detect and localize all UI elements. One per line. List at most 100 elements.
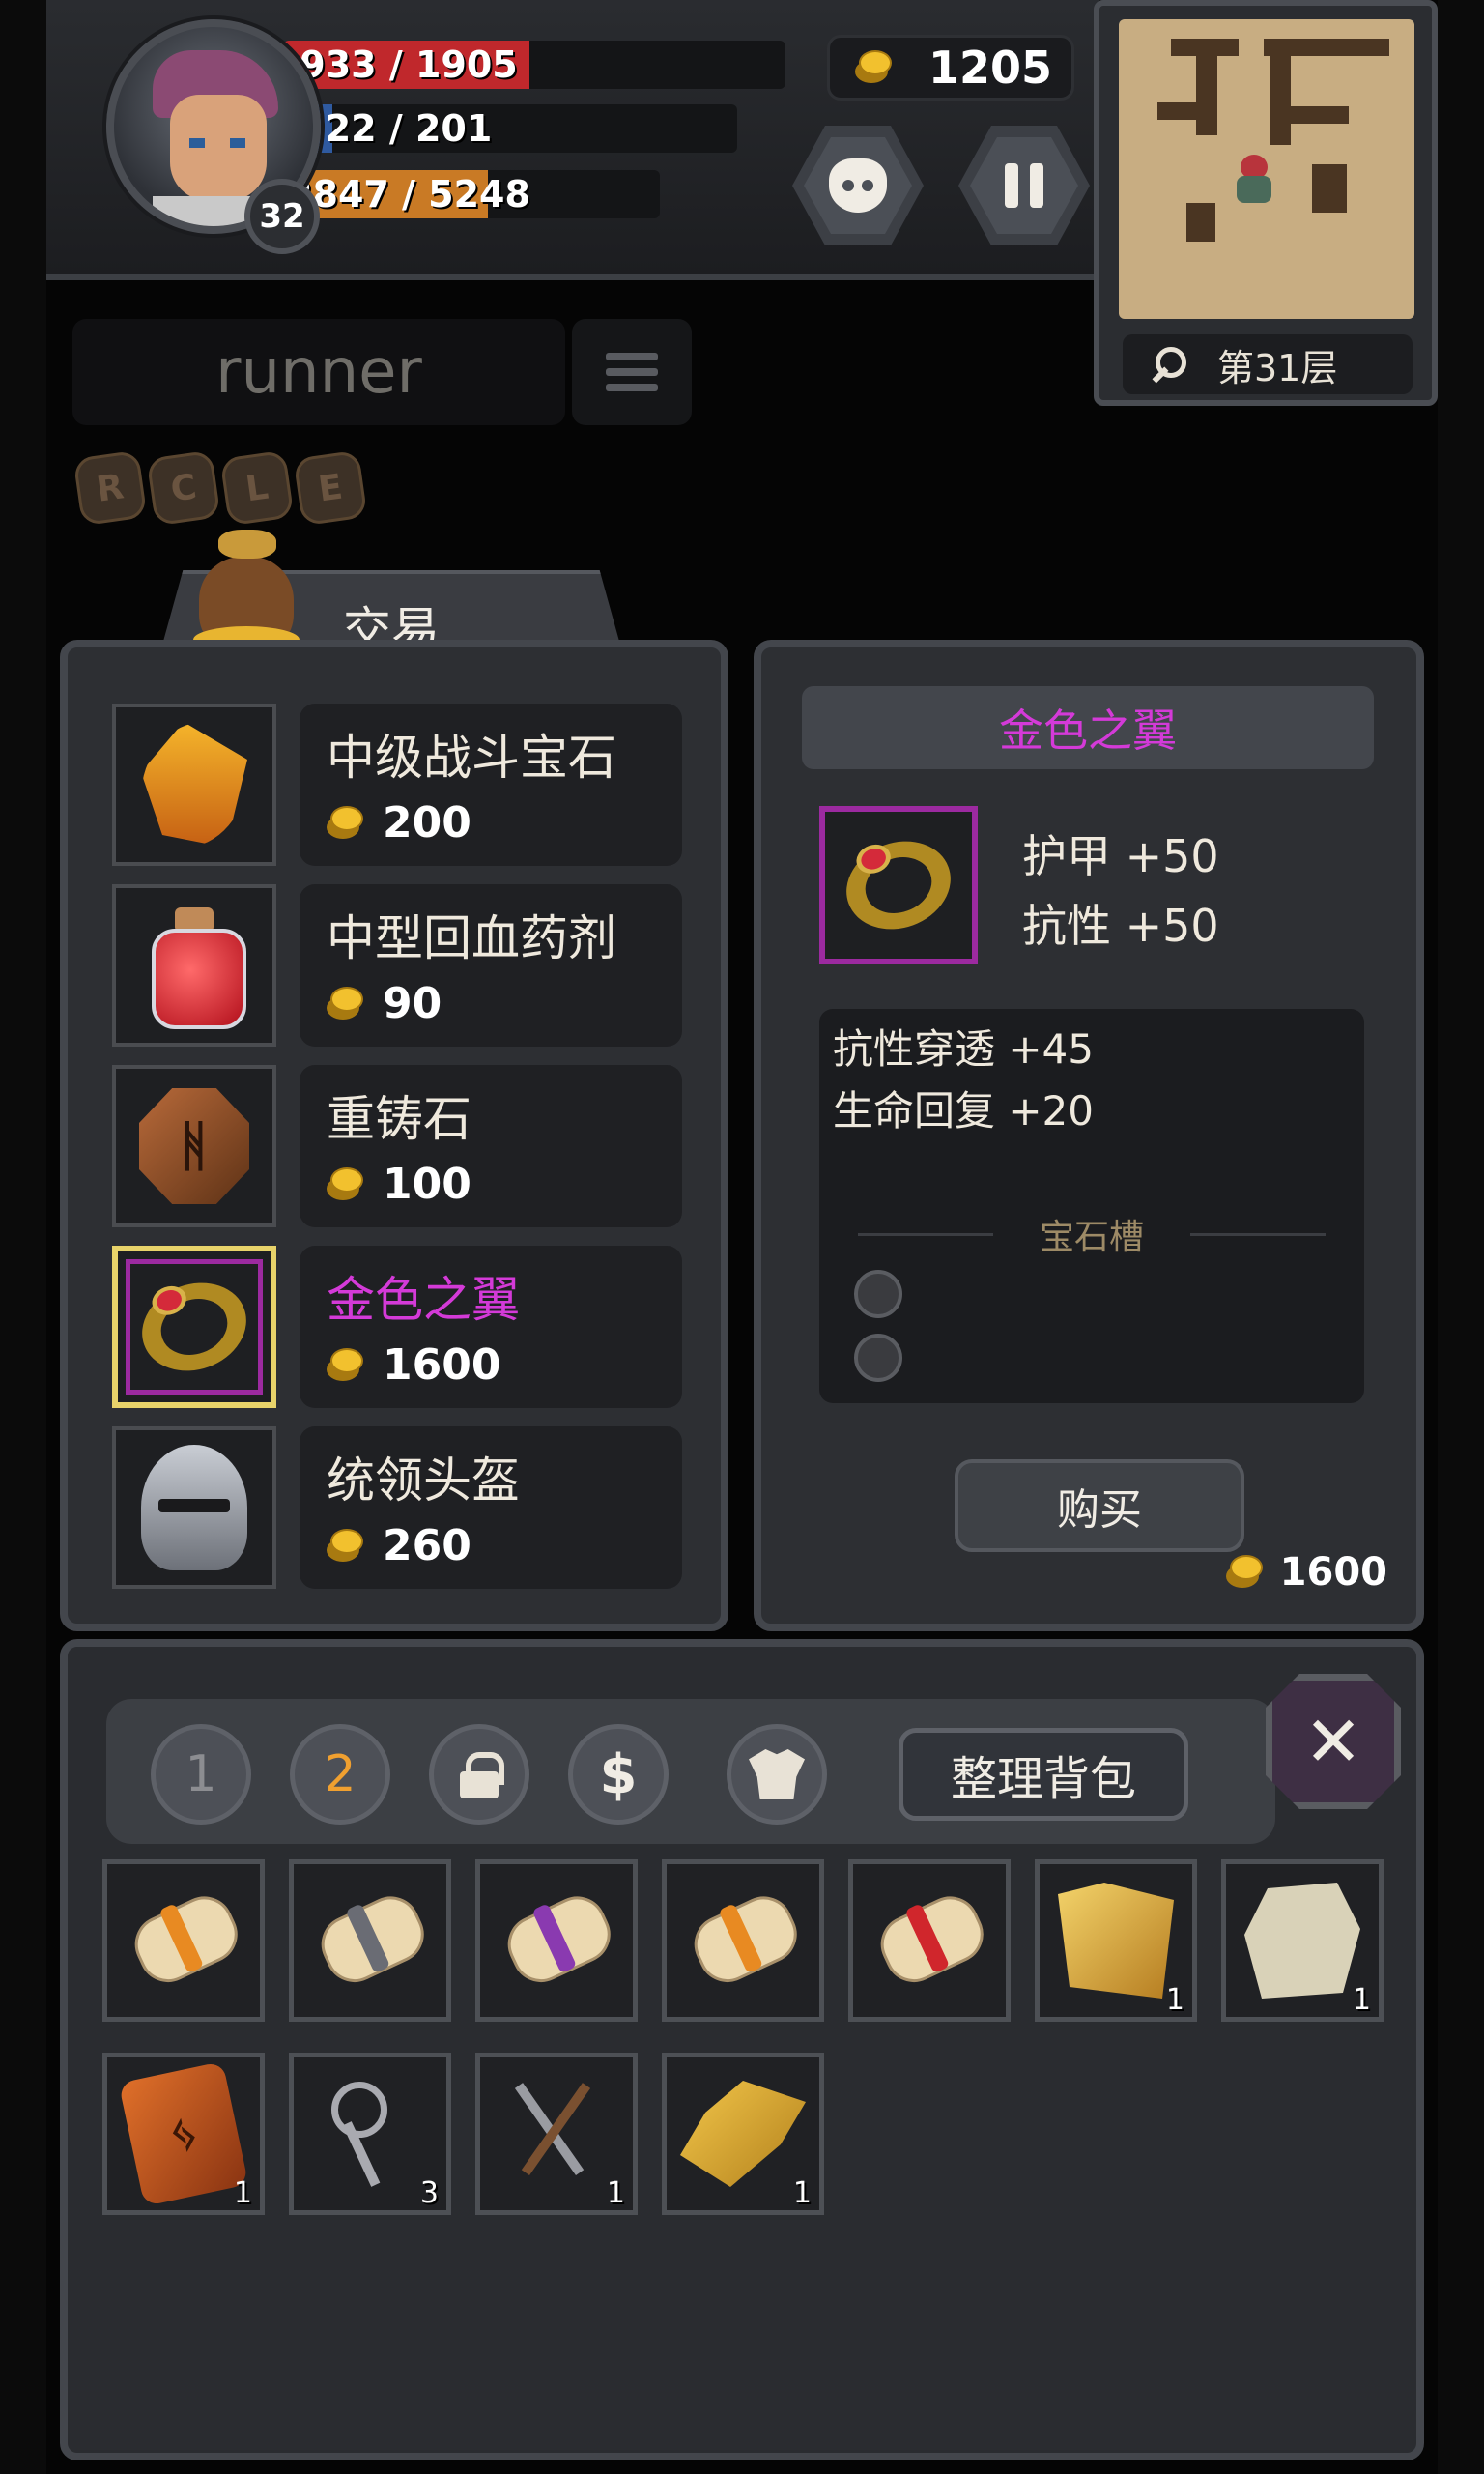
sell-tab[interactable]: $ — [568, 1724, 669, 1825]
inventory-slot[interactable]: 1 — [475, 2053, 638, 2215]
equipment-tab[interactable] — [727, 1724, 827, 1825]
inventory-slot[interactable] — [475, 1859, 638, 2022]
hp-text: 933 / 1905 — [300, 43, 518, 86]
keys-icon — [312, 2076, 428, 2192]
inventory-slot[interactable]: 1 — [1221, 1859, 1384, 2022]
mp-text: 22 / 201 — [325, 107, 493, 150]
gold-amount: 1205 — [928, 42, 1053, 94]
item-count: 1 — [792, 2176, 812, 2210]
gold-coin-icon — [327, 805, 363, 841]
price-value: 200 — [383, 798, 471, 848]
minimap[interactable]: 第31层 — [1094, 0, 1438, 406]
buy-button[interactable]: 购买 — [955, 1459, 1244, 1552]
item-name: 重铸石 — [327, 1091, 471, 1147]
sort-bag-button[interactable]: 整理背包 — [899, 1728, 1188, 1821]
list-menu-button[interactable] — [572, 319, 692, 425]
price-value: 100 — [383, 1160, 471, 1209]
pause-icon — [1005, 163, 1043, 208]
price-value: 260 — [383, 1521, 471, 1570]
item-slot[interactable] — [112, 1426, 276, 1589]
item-slot[interactable] — [112, 884, 276, 1047]
stat-line: 护甲 +50 — [1022, 830, 1219, 882]
inventory-slot[interactable] — [662, 1859, 824, 2022]
floor-indicator[interactable]: 第31层 — [1123, 334, 1413, 394]
map-scroll-icon — [1058, 1883, 1174, 1999]
shop-list-panel: 中级战斗宝石 200 中型回血药剂 90 ᚻ 重铸石 100 金色之翼 1600… — [60, 640, 728, 1631]
player-name-field[interactable]: runner — [72, 319, 565, 425]
xp-text: 2847 / 5248 — [287, 173, 530, 216]
money-bag-icon — [193, 530, 300, 655]
gold-coin-icon — [1225, 1555, 1263, 1590]
buy-price-value: 1600 — [1279, 1550, 1387, 1595]
dollar-icon: $ — [599, 1742, 638, 1806]
pet-button[interactable] — [792, 126, 924, 245]
gem-socket[interactable] — [854, 1270, 902, 1318]
lockpicks-icon — [499, 2076, 614, 2192]
minimap-view[interactable] — [1119, 19, 1414, 319]
scroll-gray-icon — [295, 1868, 444, 2013]
gem-slot-header: 宝石槽 — [858, 1210, 1326, 1258]
extra-stats-box: 抗性穿透 +45 生命回复 +20 宝石槽 — [819, 1009, 1364, 1403]
inventory-slot[interactable]: 1 — [1035, 1859, 1197, 2022]
item-count: 3 — [419, 2176, 439, 2210]
item-name: 统领头盔 — [327, 1453, 520, 1509]
gold-coin-icon — [327, 1347, 363, 1383]
close-button[interactable]: ✕ — [1266, 1674, 1401, 1809]
shop-item-selected[interactable]: 金色之翼 1600 — [112, 1246, 692, 1408]
inventory-slot[interactable] — [102, 1859, 265, 2022]
bag-tab-1[interactable]: 1 — [151, 1724, 251, 1825]
inventory-toolbar: 1 2 $ 整理背包 — [106, 1699, 1275, 1844]
inventory-slot[interactable] — [289, 1859, 451, 2022]
extra-stat-line: 生命回复 +20 — [833, 1087, 1094, 1135]
inventory-slot[interactable]: 3 — [289, 2053, 451, 2215]
buy-price: 1600 — [1225, 1550, 1387, 1595]
floor-label: 第31层 — [1217, 346, 1338, 389]
detail-stats: 护甲 +50 抗性 +50 — [1022, 821, 1219, 961]
item-slot[interactable]: ᚻ — [112, 1065, 276, 1227]
gem-slot-label: 宝石槽 — [1040, 1218, 1145, 1257]
item-price: 260 — [327, 1521, 471, 1570]
rune-letter: C — [146, 449, 221, 527]
rune-letter: L — [219, 449, 295, 527]
shop-item[interactable]: 统领头盔 260 — [112, 1426, 692, 1589]
inventory-slot[interactable] — [848, 1859, 1011, 2022]
gold-counter: 1205 — [827, 35, 1074, 101]
inventory-slot[interactable]: 1 — [662, 2053, 824, 2215]
item-slot[interactable] — [112, 704, 276, 866]
shop-item[interactable]: 中型回血药剂 90 — [112, 884, 692, 1047]
item-price: 100 — [327, 1160, 471, 1209]
item-info[interactable]: 金色之翼 1600 — [300, 1246, 682, 1408]
mp-bar: 22 / 201 — [283, 104, 737, 153]
hud-panel: 933 / 1905 22 / 201 2847 / 5248 32 1205 — [46, 0, 1099, 280]
item-name: 中型回血药剂 — [327, 910, 616, 966]
item-info[interactable]: 统领头盔 260 — [300, 1426, 682, 1589]
scroll-orange-icon — [668, 1868, 817, 2013]
bag-tab-2[interactable]: 2 — [290, 1724, 390, 1825]
item-count: 1 — [233, 2176, 252, 2210]
detail-title: 金色之翼 — [802, 686, 1374, 769]
lock-icon — [460, 1752, 504, 1798]
gem-flame-icon — [141, 722, 247, 848]
rune-stone-icon: ᚻ — [139, 1088, 249, 1204]
item-count: 1 — [1352, 1983, 1371, 2017]
frame-edge — [1438, 0, 1484, 2474]
item-detail-panel: 金色之翼 护甲 +50 抗性 +50 抗性穿透 +45 生命回复 +20 宝石槽… — [754, 640, 1424, 1631]
gem-socket[interactable] — [854, 1334, 902, 1382]
extra-stat-line: 抗性穿透 +45 — [833, 1025, 1094, 1073]
stone-rune-icon — [1244, 1883, 1360, 1999]
item-info[interactable]: 中级战斗宝石 200 — [300, 704, 682, 866]
inventory-slot[interactable]: ᛃ 1 — [102, 2053, 265, 2215]
item-info[interactable]: 重铸石 100 — [300, 1065, 682, 1227]
search-icon — [1150, 345, 1188, 384]
shop-item[interactable]: 中级战斗宝石 200 — [112, 704, 692, 866]
price-value: 1600 — [383, 1340, 501, 1390]
item-info[interactable]: 中型回血药剂 90 — [300, 884, 682, 1047]
rune-row: R C L E — [72, 449, 368, 527]
shop-item[interactable]: ᚻ 重铸石 100 — [112, 1065, 692, 1227]
gold-coin-icon — [855, 50, 892, 85]
item-slot-selected[interactable] — [112, 1246, 276, 1408]
pause-button[interactable] — [958, 126, 1090, 245]
scroll-red-icon — [854, 1868, 1004, 2013]
scroll-orange-icon — [108, 1868, 258, 2013]
lock-tab[interactable] — [429, 1724, 529, 1825]
